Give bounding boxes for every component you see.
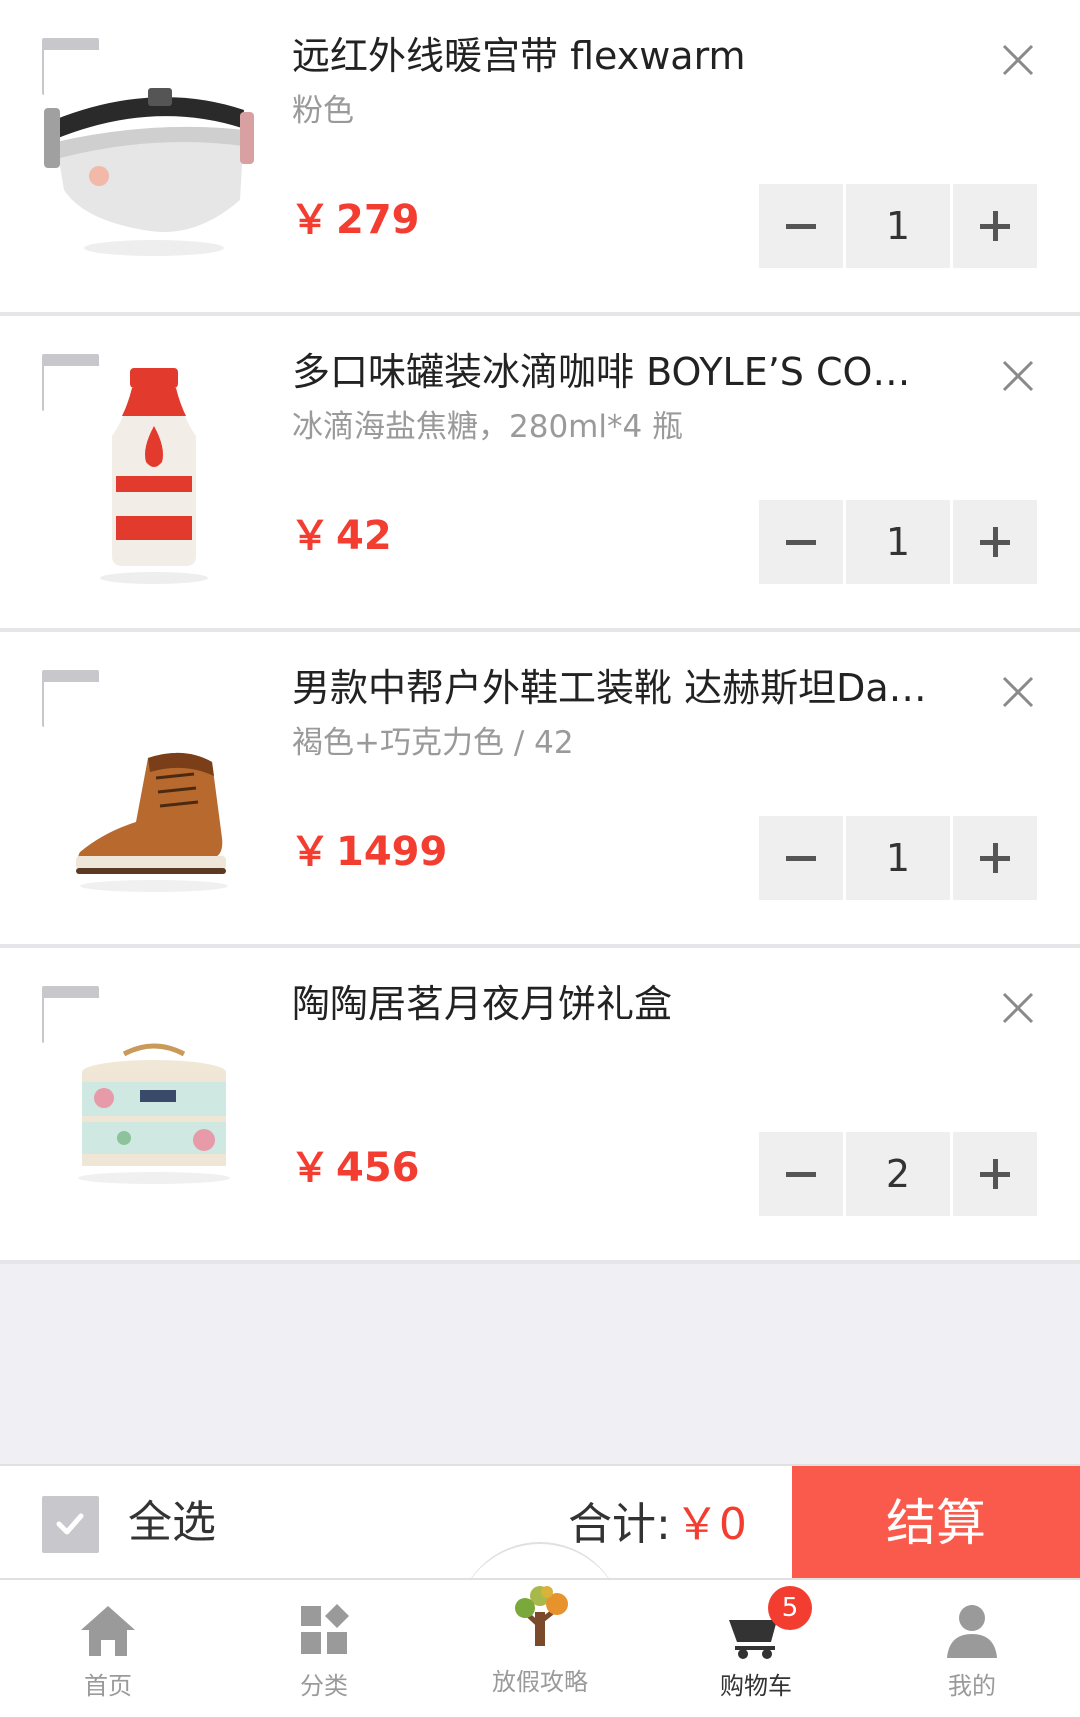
price-value: 279 xyxy=(336,197,420,243)
minus-icon xyxy=(786,1172,816,1177)
cart-badge: 5 xyxy=(768,1586,812,1630)
quantity-stepper: 2 xyxy=(759,1132,1037,1216)
quantity-value[interactable]: 1 xyxy=(846,184,950,268)
select-all-checkbox[interactable] xyxy=(42,1496,99,1553)
tab-category[interactable]: 分类 xyxy=(216,1580,432,1717)
total-amount: 合计:￥0 xyxy=(568,1492,747,1558)
tab-cart[interactable]: 购物车 xyxy=(648,1580,864,1717)
tab-label: 首页 xyxy=(84,1672,132,1700)
increment-button[interactable] xyxy=(953,184,1037,268)
price-value: 1499 xyxy=(336,829,448,875)
item-title[interactable]: 陶陶居茗月夜月饼礼盒 xyxy=(292,976,960,1032)
close-icon[interactable] xyxy=(998,988,1038,1028)
close-icon[interactable] xyxy=(998,356,1038,396)
decrement-button[interactable] xyxy=(759,500,843,584)
price-value: 456 xyxy=(336,1145,420,1191)
minus-icon xyxy=(786,224,816,229)
tab-bar: 首页 分类 放假攻略 购物车 我的 xyxy=(0,1578,1080,1717)
price-value: 42 xyxy=(336,513,392,559)
home-icon xyxy=(81,1606,135,1656)
tab-holiday-guide[interactable]: 放假攻略 xyxy=(432,1580,648,1717)
user-icon xyxy=(947,1605,997,1658)
cart-item: 多口味罐装冰滴咖啡 BOYLE’S CO… 冰滴海盐焦糖，280ml*4 瓶 ￥… xyxy=(0,316,1080,632)
item-price: ￥ 42 xyxy=(290,506,392,566)
increment-button[interactable] xyxy=(953,1132,1037,1216)
checkout-button[interactable]: 结算 xyxy=(792,1466,1080,1580)
increment-button[interactable] xyxy=(953,500,1037,584)
quantity-stepper: 1 xyxy=(759,816,1037,900)
mooncake-box-image[interactable] xyxy=(44,998,264,1228)
item-price: ￥ 279 xyxy=(290,190,420,250)
increment-button[interactable] xyxy=(953,816,1037,900)
boot-image[interactable] xyxy=(44,682,264,912)
quantity-value[interactable]: 1 xyxy=(846,500,950,584)
empty-area xyxy=(0,1264,1080,1464)
tab-home[interactable]: 首页 xyxy=(0,1580,216,1717)
select-all-label[interactable]: 全选 xyxy=(128,1490,216,1556)
quantity-value[interactable]: 2 xyxy=(846,1132,950,1216)
minus-icon xyxy=(786,856,816,861)
tab-me[interactable]: 我的 xyxy=(864,1580,1080,1717)
decrement-button[interactable] xyxy=(759,816,843,900)
total-label: 合计: xyxy=(568,1499,671,1550)
quantity-value[interactable]: 1 xyxy=(846,816,950,900)
currency-symbol: ￥ xyxy=(290,829,330,875)
cart-list: 远红外线暖宫带 flexwarm 粉色 ￥ 279 1 多口味罐装冰滴咖啡 BOY… xyxy=(0,0,1080,1264)
total-value: ￥0 xyxy=(674,1499,747,1550)
quantity-stepper: 1 xyxy=(759,500,1037,584)
currency-symbol: ￥ xyxy=(290,513,330,559)
cart-item: 陶陶居茗月夜月饼礼盒 ￥ 456 2 xyxy=(0,948,1080,1264)
waist-belt-image[interactable] xyxy=(44,50,264,280)
item-spec: 粉色 xyxy=(292,93,354,129)
decrement-button[interactable] xyxy=(759,1132,843,1216)
tab-label: 购物车 xyxy=(720,1672,792,1700)
coffee-bottle-image[interactable] xyxy=(44,366,264,596)
currency-symbol: ￥ xyxy=(290,1145,330,1191)
quantity-stepper: 1 xyxy=(759,184,1037,268)
category-grid-icon xyxy=(301,1604,349,1654)
close-icon[interactable] xyxy=(998,40,1038,80)
tab-label: 我的 xyxy=(948,1672,996,1700)
tab-label: 放假攻略 xyxy=(492,1668,588,1696)
item-title[interactable]: 远红外线暖宫带 flexwarm xyxy=(292,28,960,84)
cart-item: 远红外线暖宫带 flexwarm 粉色 ￥ 279 1 xyxy=(0,0,1080,316)
close-icon[interactable] xyxy=(998,672,1038,712)
item-spec: 褐色+巧克力色 / 42 xyxy=(292,725,574,761)
item-title[interactable]: 男款中帮户外鞋工装靴 达赫斯坦Da… xyxy=(292,660,960,716)
tree-icon xyxy=(515,1586,568,1646)
item-title[interactable]: 多口味罐装冰滴咖啡 BOYLE’S CO… xyxy=(292,344,960,400)
currency-symbol: ￥ xyxy=(290,197,330,243)
check-icon xyxy=(56,1513,84,1535)
decrement-button[interactable] xyxy=(759,184,843,268)
tab-label: 分类 xyxy=(300,1672,348,1700)
minus-icon xyxy=(786,540,816,545)
item-price: ￥ 456 xyxy=(290,1138,420,1198)
item-price: ￥ 1499 xyxy=(290,822,447,882)
item-spec: 冰滴海盐焦糖，280ml*4 瓶 xyxy=(292,409,684,445)
cart-item: 男款中帮户外鞋工装靴 达赫斯坦Da… 褐色+巧克力色 / 42 ￥ 1499 1 xyxy=(0,632,1080,948)
